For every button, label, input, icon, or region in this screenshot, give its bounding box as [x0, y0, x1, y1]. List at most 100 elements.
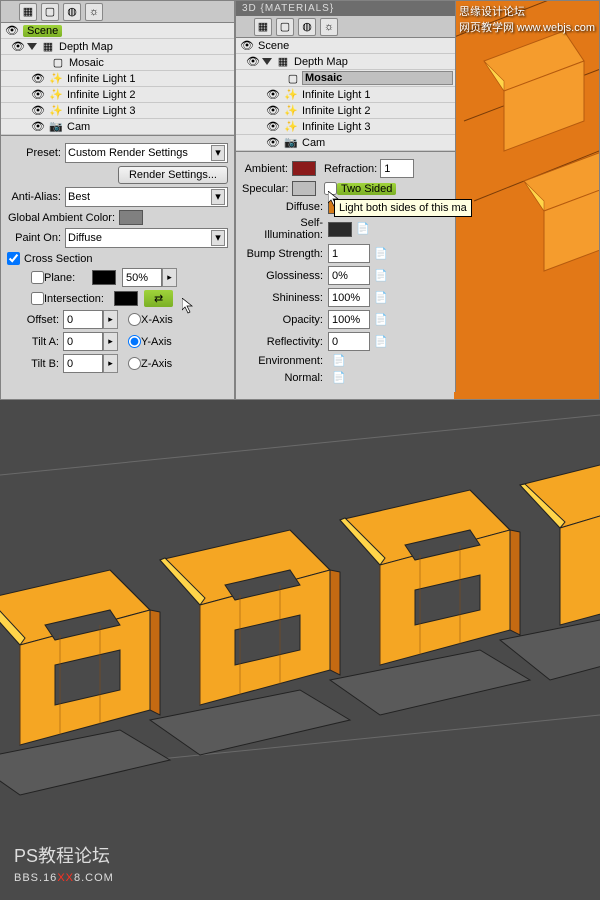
cam-row[interactable]: 👁 📷 Cam: [1, 119, 234, 135]
tiltb-input[interactable]: [63, 354, 103, 373]
mosaic-row[interactable]: ▢ Mosaic: [1, 55, 234, 71]
eye-icon[interactable]: 👁: [244, 55, 262, 68]
intersection-checkbox[interactable]: [31, 292, 44, 305]
eye-icon[interactable]: 👁: [29, 120, 47, 133]
light3-row[interactable]: 👁 ✨ Infinite Light 3: [1, 103, 234, 119]
plane-stepper[interactable]: ▸: [122, 268, 177, 287]
cam-row[interactable]: 👁 📷 Cam: [236, 135, 455, 151]
panel-title: 3D {MATERIALS}: [236, 1, 455, 16]
3d-viewport[interactable]: PS教程论坛 BBS.16XX8.COM: [0, 400, 600, 900]
scene-root-label: Scene: [23, 25, 62, 37]
zaxis-radio[interactable]: [128, 357, 141, 370]
yaxis-radio[interactable]: [128, 335, 141, 348]
plane-input[interactable]: [122, 268, 162, 287]
light2-row[interactable]: 👁 ✨ Infinite Light 2: [1, 87, 234, 103]
render-settings-button[interactable]: Render Settings...: [118, 166, 228, 184]
offset-label: Offset:: [19, 314, 63, 326]
materials-panel-region: 思缘设计论坛 网页教学网 www.webjs.com: [235, 0, 600, 400]
tilta-stepper[interactable]: ▸: [63, 332, 118, 351]
reflect-input[interactable]: [328, 332, 370, 351]
painton-value: Diffuse: [68, 232, 102, 244]
texture-menu-icon[interactable]: 📄: [332, 354, 350, 368]
eye-icon[interactable]: 👁: [264, 104, 282, 117]
mesh-icon: ▦: [274, 55, 292, 68]
scene-render-panel: ▦ ▢ ◍ ☼ 👁 Scene 👁 ▦ Depth Map ▢ Mosaic 👁: [0, 0, 235, 400]
bump-input[interactable]: [328, 244, 370, 263]
eye-icon[interactable]: 👁: [29, 72, 47, 85]
light-icon[interactable]: ☼: [320, 18, 338, 36]
scene-tree: 👁 Scene 👁 ▦ Depth Map ▢ Mosaic 👁 ✨ Infin…: [1, 23, 234, 136]
filter-icon[interactable]: ▦: [254, 18, 272, 36]
texture-menu-icon[interactable]: 📄: [374, 247, 392, 261]
eye-icon[interactable]: 👁: [29, 88, 47, 101]
depth-map-row[interactable]: 👁 ▦ Depth Map: [1, 39, 234, 55]
light-icon: ✨: [47, 72, 65, 85]
preset-label: Preset:: [7, 147, 65, 159]
panel-icon-row: ▦ ▢ ◍ ☼: [1, 1, 234, 23]
watermark-top: 思缘设计论坛 网页教学网 www.webjs.com: [459, 3, 595, 35]
expand-icon[interactable]: [262, 58, 272, 65]
chevron-down-icon: ▾: [211, 189, 225, 205]
filter-icon[interactable]: ▦: [19, 3, 37, 21]
eye-icon[interactable]: 👁: [9, 40, 27, 53]
flip-highlight[interactable]: ⇄: [144, 290, 173, 307]
tilta-input[interactable]: [63, 332, 103, 351]
eye-icon[interactable]: 👁: [264, 88, 282, 101]
intersection-swatch[interactable]: [114, 291, 138, 306]
zaxis-label: Z-Axis: [141, 358, 172, 370]
depth-map-row[interactable]: 👁 ▦ Depth Map: [236, 54, 455, 70]
material-icon[interactable]: ◍: [298, 18, 316, 36]
plane-checkbox[interactable]: [31, 271, 44, 284]
light3-row[interactable]: 👁 ✨ Infinite Light 3: [236, 119, 455, 135]
tiltb-stepper[interactable]: ▸: [63, 354, 118, 373]
mesh-icon[interactable]: ▢: [276, 18, 294, 36]
expand-icon[interactable]: [27, 43, 37, 50]
antialias-dropdown[interactable]: Best ▾: [65, 187, 228, 207]
cam-label: Cam: [300, 137, 453, 149]
texture-menu-icon[interactable]: 📄: [332, 371, 350, 385]
cross-section-checkbox[interactable]: [7, 252, 20, 265]
xaxis-radio[interactable]: [128, 313, 141, 326]
stepper-icon[interactable]: ▸: [103, 354, 118, 373]
opacity-input[interactable]: [328, 310, 370, 329]
eye-icon[interactable]: 👁: [264, 120, 282, 133]
gac-swatch[interactable]: [119, 210, 143, 225]
ambient-swatch[interactable]: [292, 161, 316, 176]
light1-row[interactable]: 👁 ✨ Infinite Light 1: [236, 87, 455, 103]
scene-root-row[interactable]: 👁 Scene: [1, 23, 234, 39]
eye-icon[interactable]: 👁: [3, 24, 21, 37]
texture-menu-icon[interactable]: 📄: [356, 222, 374, 236]
preset-dropdown[interactable]: Custom Render Settings ▾: [65, 143, 228, 163]
scene-root-label: Scene: [256, 40, 453, 52]
mesh-icon[interactable]: ▢: [41, 3, 59, 21]
light2-label: Infinite Light 2: [65, 89, 232, 101]
stepper-up-icon[interactable]: ▸: [162, 268, 177, 287]
stepper-icon[interactable]: ▸: [103, 332, 118, 351]
stepper-icon[interactable]: ▸: [103, 310, 118, 329]
selfillum-swatch[interactable]: [328, 222, 352, 237]
texture-menu-icon[interactable]: 📄: [374, 335, 392, 349]
light-icon[interactable]: ☼: [85, 3, 103, 21]
plane-swatch[interactable]: [92, 270, 116, 285]
eye-icon[interactable]: 👁: [29, 104, 47, 117]
offset-stepper[interactable]: ▸: [63, 310, 118, 329]
eye-icon[interactable]: 👁: [264, 136, 282, 149]
mosaic-row[interactable]: ▢ Mosaic: [236, 70, 455, 87]
offset-input[interactable]: [63, 310, 103, 329]
texture-menu-icon[interactable]: 📄: [374, 291, 392, 305]
light1-row[interactable]: 👁 ✨ Infinite Light 1: [1, 71, 234, 87]
3d-preview-bg: [454, 1, 599, 399]
refraction-input[interactable]: [380, 159, 414, 178]
eye-icon[interactable]: 👁: [238, 39, 256, 52]
light2-row[interactable]: 👁 ✨ Infinite Light 2: [236, 103, 455, 119]
gloss-input[interactable]: [328, 266, 370, 285]
texture-menu-icon[interactable]: 📄: [374, 313, 392, 327]
scene-root-row[interactable]: 👁 Scene: [236, 38, 455, 54]
material-icon[interactable]: ◍: [63, 3, 81, 21]
specular-swatch[interactable]: [292, 181, 316, 196]
texture-menu-icon[interactable]: 📄: [374, 269, 392, 283]
shine-input[interactable]: [328, 288, 370, 307]
painton-dropdown[interactable]: Diffuse ▾: [65, 228, 228, 248]
refraction-label: Refraction:: [324, 163, 377, 175]
diffuse-label: Diffuse:: [242, 201, 328, 213]
